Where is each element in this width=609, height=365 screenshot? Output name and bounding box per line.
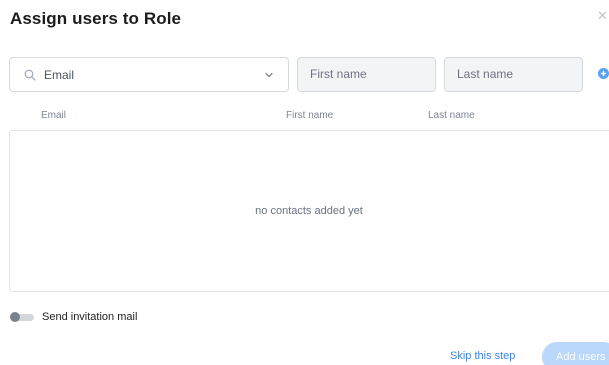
- contacts-table: no contacts added yet: [9, 130, 609, 292]
- last-name-input[interactable]: [457, 58, 567, 90]
- assign-users-dialog: Assign users to Role ✕ Email Email First…: [0, 0, 609, 365]
- add-users-button[interactable]: Add users: [542, 342, 609, 365]
- send-invitation-toggle[interactable]: [10, 312, 34, 322]
- email-select-value: Email: [44, 67, 75, 82]
- column-header-first-name: First name: [286, 110, 334, 121]
- skip-step-link[interactable]: Skip this step: [450, 350, 515, 362]
- column-header-email: Email: [41, 110, 67, 121]
- empty-state-text: no contacts added yet: [255, 205, 363, 217]
- dialog-title: Assign users to Role: [10, 9, 182, 28]
- first-name-field[interactable]: [297, 57, 436, 92]
- send-invitation-label: Send invitation mail: [42, 311, 138, 323]
- first-name-input[interactable]: [310, 58, 420, 90]
- chevron-down-icon: [265, 72, 273, 77]
- close-icon[interactable]: ✕: [597, 9, 608, 22]
- column-header-last-name: Last name: [428, 110, 475, 121]
- email-select[interactable]: Email: [9, 57, 289, 92]
- search-icon: [24, 69, 36, 81]
- last-name-field[interactable]: [444, 57, 583, 92]
- toggle-knob: [10, 312, 20, 322]
- plus-circle-icon[interactable]: [598, 68, 609, 79]
